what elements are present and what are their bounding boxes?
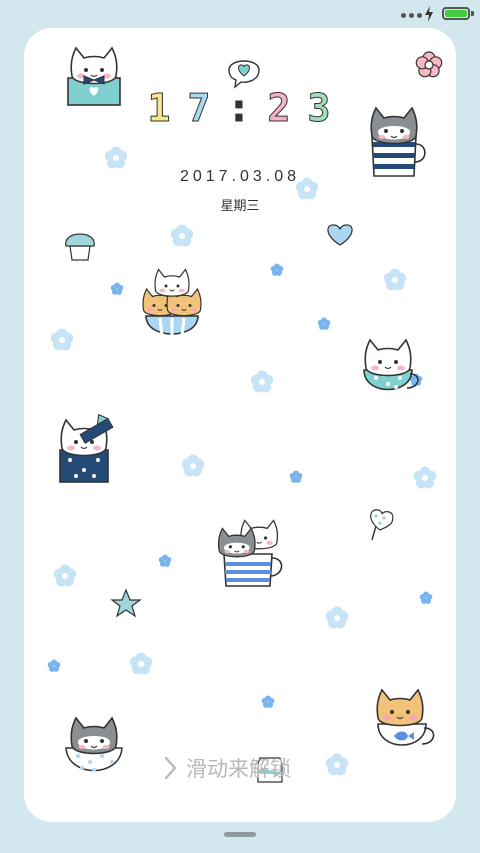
cats-in-bowl	[142, 268, 202, 338]
battery-icon	[442, 7, 470, 20]
cat-in-fish-cup	[376, 689, 435, 746]
clock-minute-ones: 3	[307, 86, 333, 131]
battery-cap	[471, 11, 474, 16]
cat-in-teal-cup	[363, 339, 419, 391]
home-indicator[interactable]	[224, 832, 256, 837]
unlock-hint-text: 滑动来解锁	[186, 757, 291, 781]
cats-in-striped-mug	[217, 519, 283, 587]
clock: 17:23	[0, 86, 480, 131]
teal-star	[110, 588, 142, 618]
clock-colon: :	[227, 86, 253, 131]
blue-heart	[327, 224, 353, 246]
signal-dots-icon	[401, 13, 422, 18]
status-bar	[0, 0, 480, 28]
slide-to-unlock[interactable]: 滑动来解锁	[160, 752, 291, 784]
cat-in-dotted-bowl	[65, 717, 123, 772]
clock-hour-tens: 1	[147, 86, 173, 131]
clock-hour-ones: 7	[187, 86, 213, 131]
pink-flower	[415, 51, 443, 78]
lollipop	[370, 509, 394, 541]
speech-bubble-heart	[228, 60, 260, 89]
cat-in-gift-box	[59, 413, 114, 483]
cupcake	[65, 233, 95, 261]
clock-minute-tens: 2	[267, 86, 293, 131]
small-flower-decorations	[47, 263, 433, 708]
lock-screen-wallpaper	[24, 28, 456, 822]
wallpaper-illustration	[47, 47, 443, 783]
charging-icon	[425, 6, 433, 22]
chevron-right-icon	[164, 756, 177, 780]
weekday: 星期三	[220, 199, 260, 214]
date: 2017.03.08	[179, 168, 301, 185]
